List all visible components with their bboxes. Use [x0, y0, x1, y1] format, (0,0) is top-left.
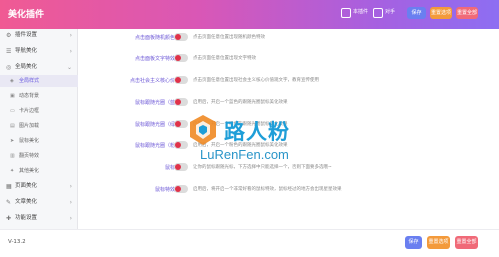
setting-description: 启用后，将开启一个非常好看的鼠标特效，鼠标经过的地方会出现星星效果 — [193, 187, 342, 192]
top-header: 美化插件 本插件 对手 保存 重置选项 重置全部 — [0, 0, 499, 29]
setting-description: 启用后，开启一个蓝色的跟随光圈鼠标美化效果 — [193, 100, 288, 105]
sidebar-item-label: 文章美化 — [15, 199, 38, 205]
tools-icon: ✚ — [6, 215, 12, 222]
sidebar-subitem-label: 动态背景 — [19, 93, 40, 99]
sidebar-item-label: 插件设置 — [15, 32, 38, 38]
setting-description: 点击页面任意位置出现随机颜色特效 — [193, 35, 265, 40]
sidebar-item-plugin-settings[interactable]: ⚙ 插件设置 › — [0, 29, 78, 42]
sidebar-item-page[interactable]: ▦ 页面美化 › — [0, 180, 78, 193]
chevron-right-icon: › — [69, 215, 72, 222]
sidebar-item-nav[interactable]: ☰ 导航美化 › — [0, 45, 78, 58]
chevron-right-icon: › — [69, 32, 72, 39]
menu-icon: ☰ — [6, 48, 12, 55]
layout-icon: ▦ — [6, 183, 12, 190]
page-icon: ▥ — [10, 153, 15, 159]
sidebar-subitem-mouse[interactable]: ➤ 鼠标美化 — [0, 135, 78, 147]
sidebar-subitem-label: 图片加载 — [19, 123, 40, 129]
setting-row: 点击面板随机颜色特效 点击页面任意位置出现随机颜色特效 — [78, 31, 499, 47]
star-icon: ✦ — [10, 168, 15, 174]
setting-toggle[interactable] — [174, 54, 188, 62]
sidebar-subitem-label: 翻页特效 — [19, 153, 40, 159]
sidebar-subitem-global-style[interactable]: ◈ 全局样式 — [0, 75, 78, 87]
toggle-knob — [175, 142, 181, 148]
article-icon: ✎ — [6, 199, 12, 206]
watermark-logo-icon — [190, 115, 216, 145]
sidebar-subitem-page-effect[interactable]: ▥ 翻页特效 — [0, 150, 78, 162]
app-title: 美化插件 — [8, 10, 45, 20]
sidebar-subitem-other[interactable]: ✦ 其他美化 — [0, 165, 78, 177]
header-checkbox-1-label: 本插件 — [353, 9, 369, 15]
setting-description: 让你的鼠标跟随光标，下方选择中只能选择一个，否则下面要多选哦~ — [193, 165, 332, 170]
sidebar-item-functions[interactable]: ✚ 功能设置 › — [0, 212, 78, 225]
setting-toggle[interactable] — [174, 141, 188, 149]
footer-reset-all-button[interactable]: 重置全部 — [455, 236, 478, 249]
sidebar-subitem-image-load[interactable]: ▤ 图片加载 — [0, 120, 78, 132]
palette-icon: ◈ — [10, 78, 14, 84]
toggle-knob — [175, 55, 181, 61]
header-checkbox-1[interactable] — [341, 8, 351, 18]
toggle-knob — [175, 121, 181, 127]
sidebar-item-label: 功能设置 — [15, 215, 38, 221]
sidebar-item-global[interactable]: ◎ 全局美化 ⌄ — [0, 61, 78, 74]
setting-toggle[interactable] — [174, 185, 188, 193]
sidebar-item-article[interactable]: ✎ 文章美化 › — [0, 196, 78, 209]
setting-description: 点击页面任意位置出现文字特效 — [193, 56, 256, 61]
sidebar-item-label: 导航美化 — [15, 48, 38, 54]
chevron-right-icon: › — [69, 183, 72, 190]
card-icon: ▭ — [10, 108, 15, 114]
sidebar-item-label: 页面美化 — [15, 183, 38, 189]
setting-description: 点击页面任意位置出现社会主义核心价值观文字，教育宣传使用 — [193, 78, 319, 83]
header-checkbox-2[interactable] — [373, 8, 383, 18]
setting-row: 鼠标特效星星 启用后，将开启一个非常好看的鼠标特效，鼠标经过的地方会出现星星效果 — [78, 183, 499, 199]
toggle-knob — [175, 164, 181, 170]
version-label: V-13.2 — [8, 239, 26, 245]
image-icon: ▣ — [10, 93, 15, 99]
footer-save-button[interactable]: 保存 — [405, 236, 422, 249]
sidebar-subitem-dynamic-bg[interactable]: ▣ 动态背景 — [0, 90, 78, 102]
setting-row: 点击社会主义核心价值观 点击页面任意位置出现社会主义核心价值观文字，教育宣传使用 — [78, 74, 499, 90]
setting-row: 点击面板文字特效开关 点击页面任意位置出现文字特效 — [78, 52, 499, 68]
setting-row: 鼠标跟随光圈（蓝色） 启用后，开启一个蓝色的跟随光圈鼠标美化效果 — [78, 96, 499, 112]
setting-toggle[interactable] — [174, 120, 188, 128]
globe-icon: ◎ — [6, 64, 12, 71]
sidebar-subitem-label: 鼠标美化 — [19, 138, 40, 144]
setting-row: 鼠标跟随 让你的鼠标跟随光标，下方选择中只能选择一个，否则下面要多选哦~ — [78, 161, 499, 177]
watermark-url: LuRenFen.com — [200, 147, 289, 162]
sidebar-subitem-label: 其他美化 — [19, 168, 40, 174]
chevron-down-icon: ⌄ — [66, 64, 72, 71]
sidebar-subitem-label: 卡片边框 — [19, 108, 40, 114]
cursor-icon: ➤ — [10, 138, 15, 144]
sidebar-subitem-label: 全局样式 — [19, 78, 40, 84]
toggle-knob — [175, 77, 181, 83]
picture-icon: ▤ — [10, 123, 15, 129]
footer-reset-button[interactable]: 重置选项 — [427, 236, 450, 249]
gear-icon: ⚙ — [6, 32, 12, 39]
setting-toggle[interactable] — [174, 163, 188, 171]
setting-toggle[interactable] — [174, 98, 188, 106]
toggle-knob — [175, 34, 181, 40]
sidebar-subitem-card-border[interactable]: ▭ 卡片边框 — [0, 105, 78, 117]
setting-toggle[interactable] — [174, 33, 188, 41]
watermark-text: 路人粉 — [224, 120, 290, 144]
chevron-right-icon: › — [69, 199, 72, 206]
header-save-button[interactable]: 保存 — [407, 7, 426, 19]
setting-toggle[interactable] — [174, 76, 188, 84]
header-reset-button[interactable]: 重置选项 — [430, 7, 452, 19]
toggle-knob — [175, 186, 181, 192]
header-checkbox-2-label: 对手 — [385, 9, 396, 15]
sidebar: ⚙ 插件设置 › ☰ 导航美化 › ◎ 全局美化 ⌄ ◈ 全局样式 ▣ 动态背景… — [0, 29, 78, 229]
header-reset-all-button[interactable]: 重置全部 — [456, 7, 478, 19]
footer: V-13.2 保存 重置选项 重置全部 — [0, 229, 499, 257]
chevron-right-icon: › — [69, 48, 72, 55]
toggle-knob — [175, 99, 181, 105]
sidebar-item-label: 全局美化 — [15, 64, 38, 70]
